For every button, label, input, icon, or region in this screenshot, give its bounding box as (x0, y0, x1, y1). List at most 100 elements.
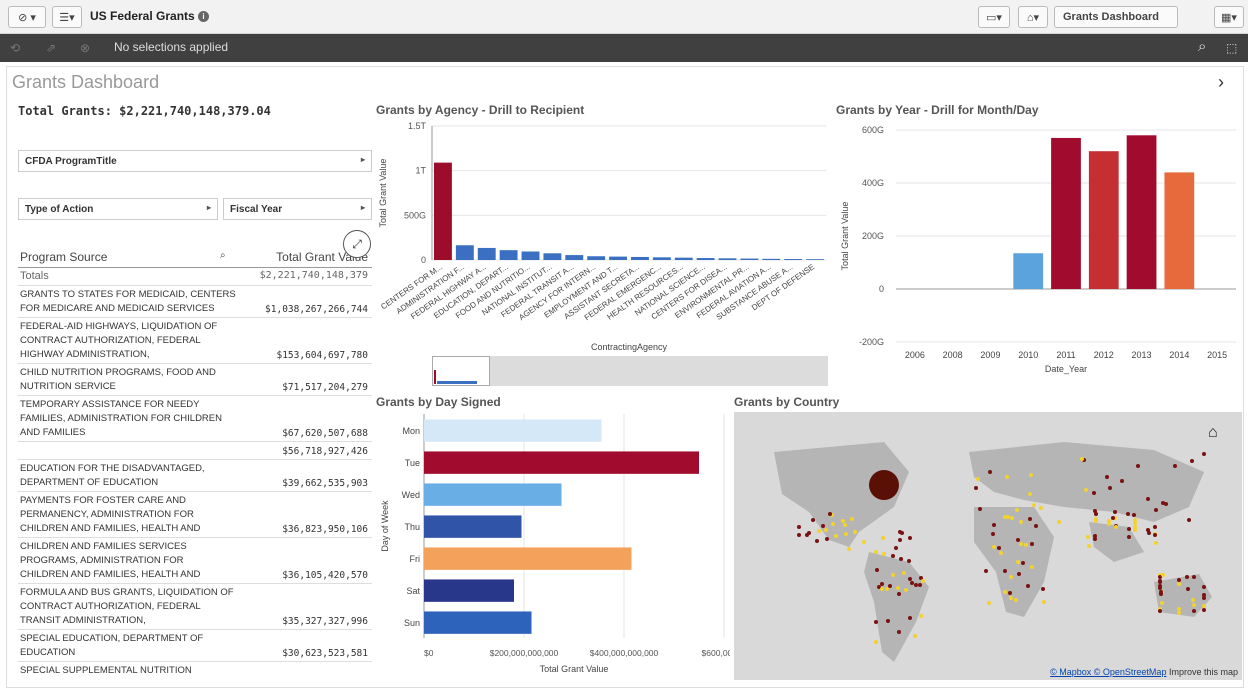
map-marker[interactable] (1002, 589, 1007, 594)
map-marker[interactable] (1158, 591, 1163, 596)
table-row[interactable]: EDUCATION FOR THE DISADVANTAGED, DEPARTME… (18, 460, 372, 492)
map-marker[interactable] (1133, 520, 1138, 525)
map-marker[interactable] (1002, 514, 1007, 519)
map-marker[interactable] (1029, 565, 1034, 570)
map-marker[interactable] (843, 531, 848, 536)
map-marker[interactable] (1020, 561, 1025, 566)
table-row[interactable]: GRANTS TO STATES FOR MEDICAID, CENTERS FO… (18, 286, 372, 318)
map-marker[interactable] (895, 585, 900, 590)
step-forward-icon[interactable]: ⇗ (46, 41, 56, 55)
search-icon[interactable]: ⌕ (1198, 38, 1206, 55)
map-marker[interactable] (1031, 502, 1036, 507)
map-marker[interactable] (879, 581, 884, 586)
map-marker[interactable] (887, 583, 892, 588)
map-marker[interactable] (987, 469, 992, 474)
map-marker[interactable] (1002, 568, 1007, 573)
column-header-program[interactable]: Program Source (20, 250, 107, 264)
agency-scrollbar[interactable] (432, 356, 828, 386)
map-marker[interactable] (1146, 530, 1151, 535)
map-marker[interactable] (1015, 559, 1020, 564)
map-marker[interactable] (978, 507, 982, 512)
table-row[interactable]: $56,718,927,426 (18, 442, 372, 460)
map-marker[interactable] (1033, 523, 1038, 528)
clear-selections-icon[interactable]: ⊗ (80, 41, 90, 55)
map-marker[interactable] (975, 477, 980, 482)
table-row[interactable]: CHILD NUTRITION PROGRAMS, FOOD AND NUTRIT… (18, 364, 372, 396)
search-icon[interactable]: ⌕ (220, 250, 226, 261)
info-icon[interactable]: i (198, 11, 210, 23)
map-marker[interactable] (1153, 540, 1158, 545)
map-marker[interactable] (804, 532, 809, 537)
map-marker[interactable] (1013, 597, 1018, 602)
map-marker[interactable] (1086, 543, 1091, 548)
map-marker[interactable] (1005, 474, 1010, 479)
map-marker[interactable] (1093, 511, 1098, 516)
map-marker[interactable] (816, 528, 821, 533)
map-marker[interactable] (1153, 507, 1158, 512)
map-marker[interactable] (907, 535, 912, 540)
table-row[interactable]: PAYMENTS FOR FOSTER CARE AND PERMANENCY, … (18, 492, 372, 538)
map-marker[interactable] (1201, 584, 1206, 589)
map-marker[interactable] (1091, 491, 1096, 496)
table-row[interactable]: TEMPORARY ASSISTANCE FOR NEEDY FAMILIES, … (18, 396, 372, 442)
map-marker-large[interactable] (869, 470, 899, 500)
map-marker[interactable] (908, 615, 913, 620)
map-marker[interactable] (1152, 524, 1157, 529)
map-marker[interactable] (1113, 509, 1118, 514)
map-marker[interactable] (913, 582, 918, 587)
map-marker[interactable] (824, 536, 829, 541)
map-marker[interactable] (1038, 505, 1043, 510)
app-menu-button[interactable]: ☰▾ (52, 6, 82, 28)
map-marker[interactable] (1161, 500, 1166, 505)
sheets-grid-button[interactable]: ▦▾ (1214, 6, 1244, 28)
navigation-menu-button[interactable]: ⊘ ▾ (8, 6, 46, 28)
map-marker[interactable] (897, 629, 902, 634)
map-marker[interactable] (987, 600, 991, 605)
filter-fiscal-year[interactable]: Fiscal Year ▸ (223, 198, 372, 220)
map-marker[interactable] (1040, 587, 1045, 592)
chevron-right-icon[interactable]: › (1218, 72, 1224, 93)
filter-type-of-action[interactable]: Type of Action ▸ (18, 198, 218, 220)
step-back-icon[interactable]: ⟲ (10, 41, 20, 55)
smart-search-icon[interactable]: ⬚ (1226, 41, 1237, 55)
table-row[interactable]: CHILDREN AND FAMILIES SERVICES PROGRAMS, … (18, 538, 372, 584)
map-marker[interactable] (1007, 591, 1012, 596)
map-marker[interactable] (898, 556, 903, 561)
home-icon[interactable]: ⌂ (1208, 424, 1218, 442)
country-map[interactable]: ⌂ © Mapbox © OpenStreetMap Improve this … (734, 412, 1242, 680)
map-marker[interactable] (1008, 575, 1013, 580)
map-marker[interactable] (1191, 574, 1196, 579)
map-marker[interactable] (906, 558, 911, 563)
map-marker[interactable] (1157, 609, 1162, 614)
filter-cfda[interactable]: CFDA ProgramTitle ▸ (18, 150, 372, 172)
sheet-selector[interactable]: Grants Dashboard (1054, 6, 1178, 28)
map-marker[interactable] (896, 591, 901, 596)
map-marker[interactable] (1185, 586, 1190, 591)
day-chart[interactable]: $0 $200,000,000,000 $400,000,000,000 $600,0… (376, 410, 730, 678)
agency-chart[interactable]: 0500G1T1.5TCENTERS FOR M...ADMINISTRATIO… (376, 118, 832, 354)
map-marker[interactable] (1126, 526, 1131, 531)
map-marker[interactable] (1042, 599, 1047, 604)
map-marker[interactable] (815, 538, 820, 543)
map-marker[interactable] (831, 521, 836, 526)
table-row[interactable]: FEDERAL-AID HIGHWAYS, LIQUIDATION OF CONT… (18, 318, 372, 364)
map-marker[interactable] (1026, 583, 1031, 588)
map-marker[interactable] (1146, 496, 1151, 501)
year-chart[interactable]: -200G 0 200G 400G 600G 2006 2008 2009 2010 2011 20… (836, 118, 1242, 388)
map-marker[interactable] (861, 540, 866, 545)
map-marker[interactable] (1110, 515, 1115, 520)
map-marker[interactable] (1092, 536, 1097, 541)
map-marker[interactable] (1191, 608, 1196, 613)
map-marker[interactable] (796, 524, 801, 529)
map-marker[interactable] (1014, 507, 1019, 512)
table-row[interactable]: SPECIAL EDUCATION, DEPARTMENT OF EDUCATIO… (18, 630, 372, 662)
table-row[interactable]: FORMULA AND BUS GRANTS, LIQUIDATION OF CO… (18, 584, 372, 630)
map-marker[interactable] (1191, 603, 1196, 608)
map-marker[interactable] (880, 535, 885, 540)
map-marker[interactable] (1079, 457, 1084, 462)
expand-icon[interactable]: ⤢ (343, 230, 371, 258)
bookmark-button[interactable]: ⌂▾ (1018, 6, 1048, 28)
present-button[interactable]: ▭▾ (978, 6, 1010, 28)
map-marker[interactable] (998, 551, 1003, 556)
map-marker[interactable] (897, 529, 902, 534)
